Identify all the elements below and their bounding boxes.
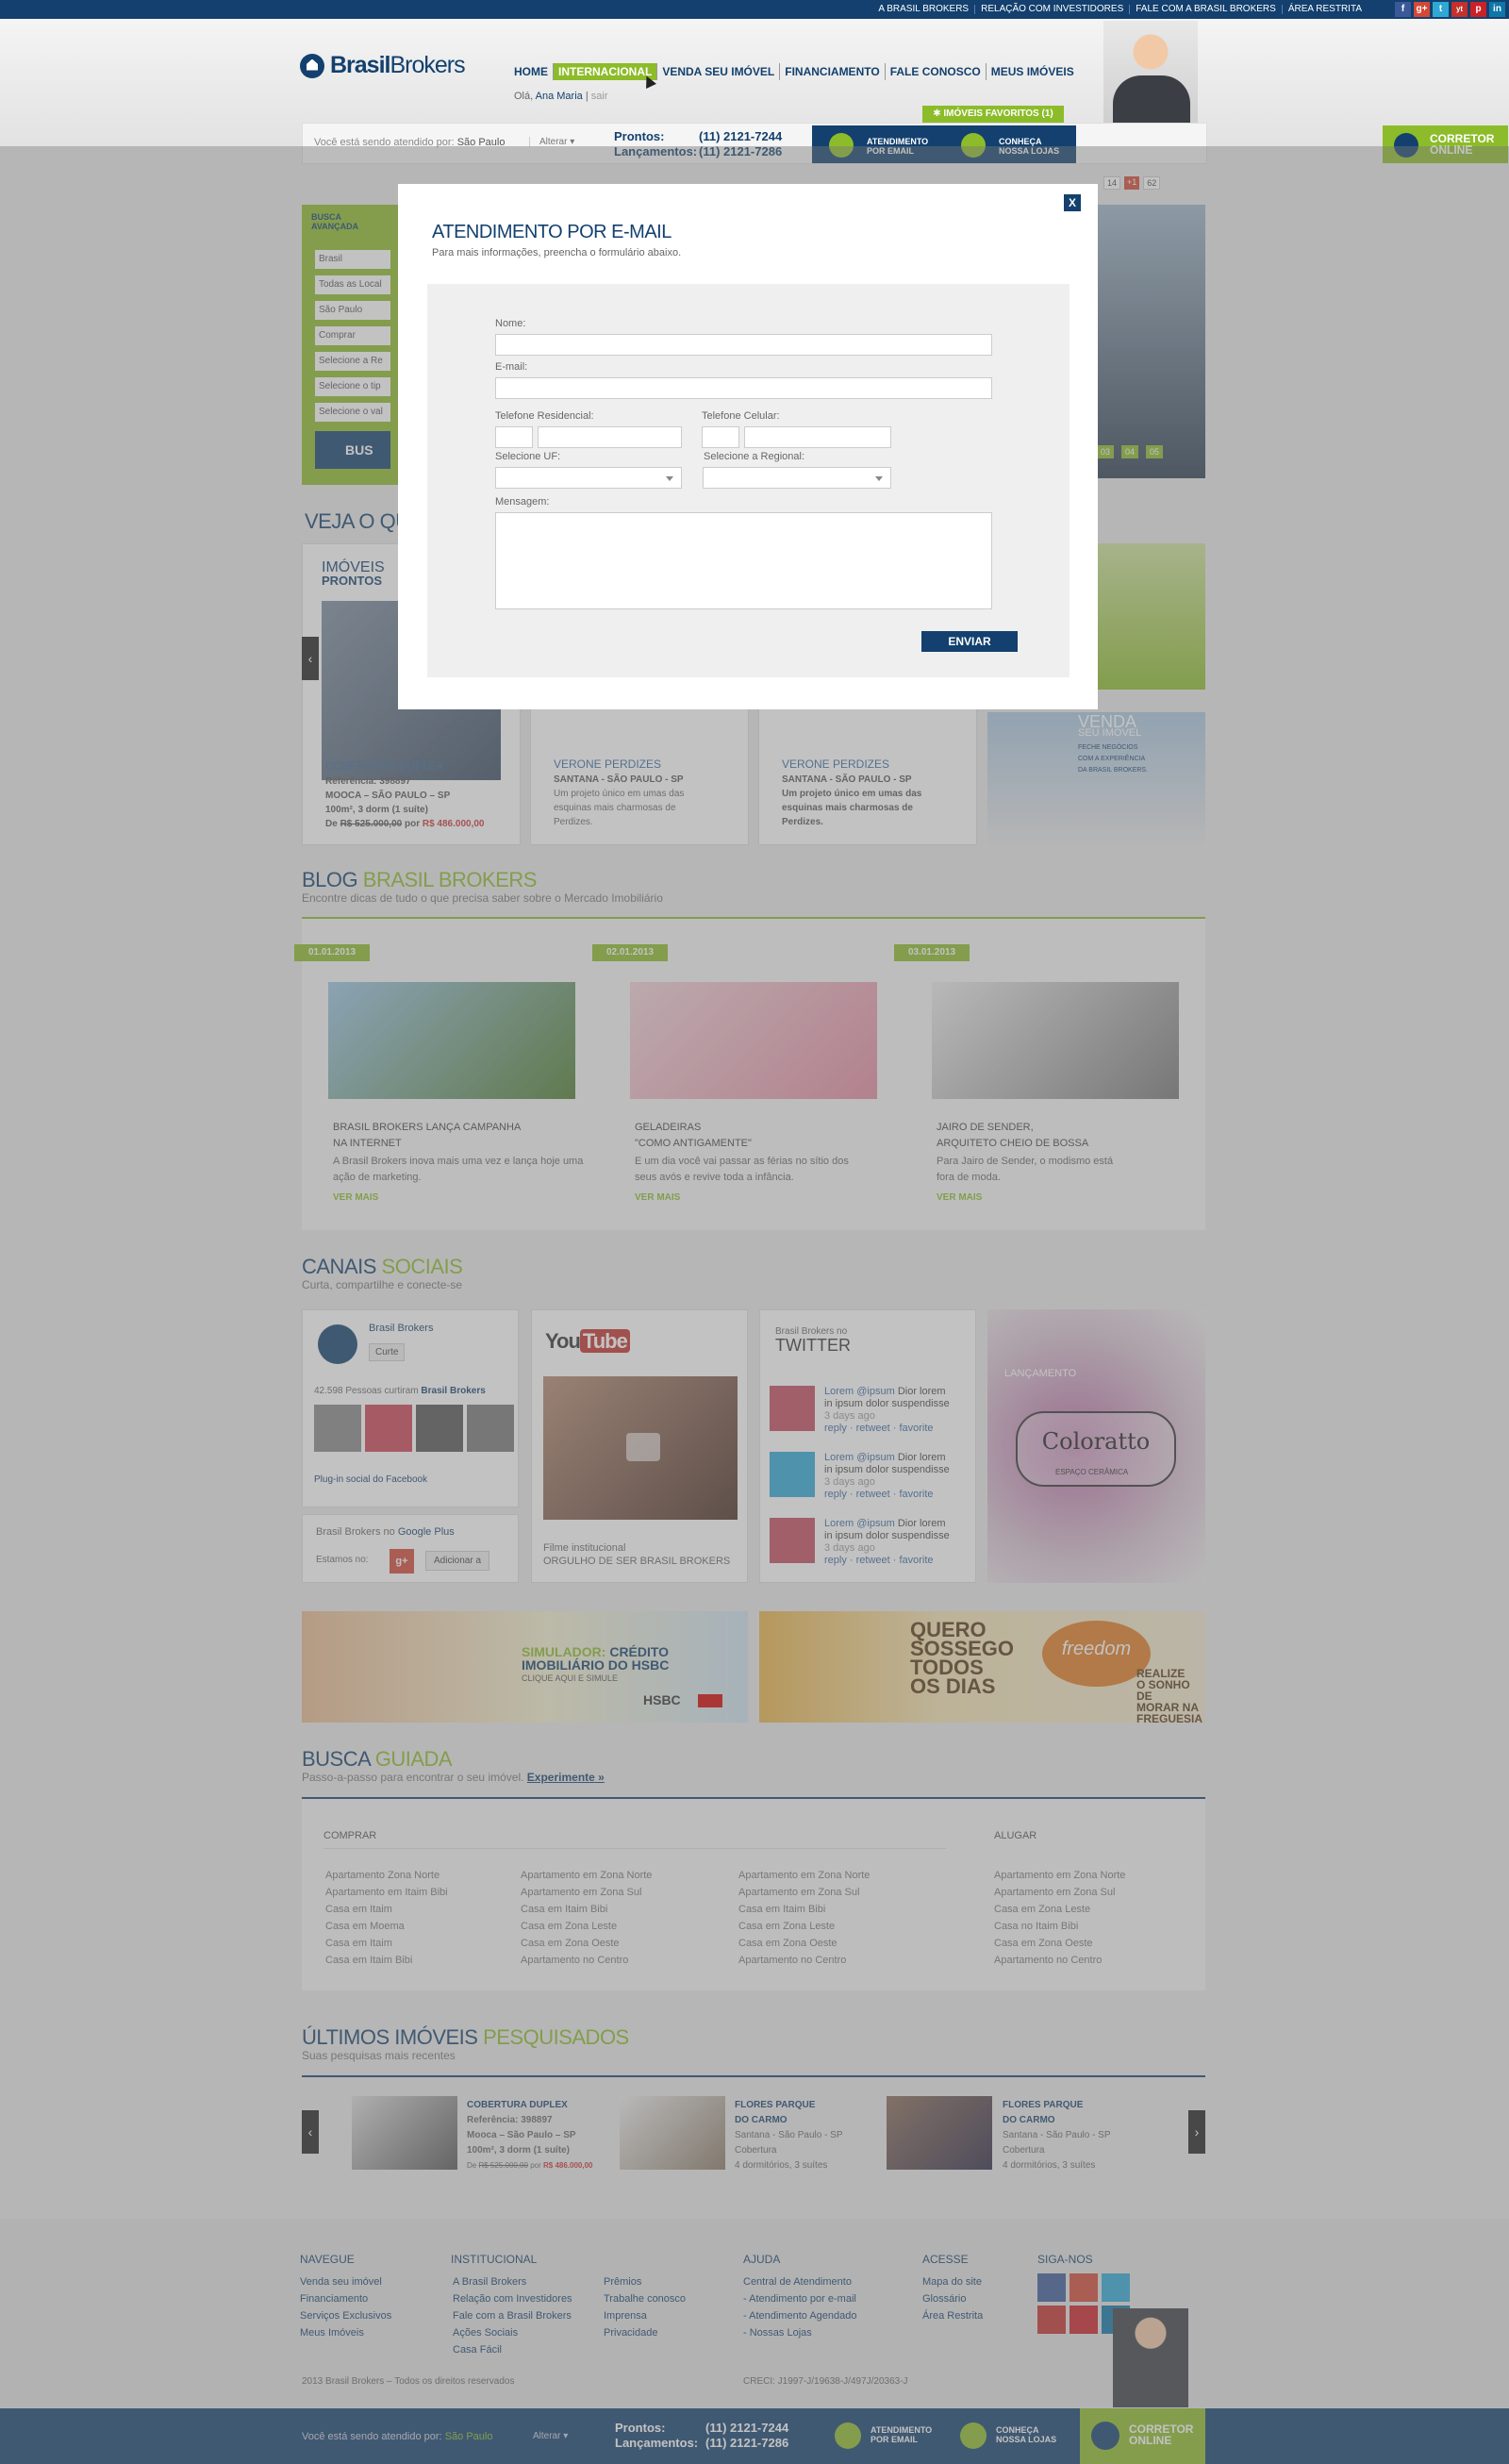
logout-link[interactable]: sair (591, 91, 608, 102)
email-label: E-mail: (495, 361, 528, 373)
top-link-restricted[interactable]: ÁREA RESTRITA (1283, 5, 1368, 14)
logo-text: BrasilBrokers (330, 52, 466, 79)
top-social-icons: f g+ t yt p in (1395, 2, 1505, 17)
stores-btn-line1: CONHEÇA (999, 137, 1042, 146)
top-link-brasil-brokers[interactable]: A BRASIL BROKERS (872, 5, 976, 14)
top-links: A BRASIL BROKERS RELAÇÃO COM INVESTIDORE… (872, 5, 1368, 14)
message-label: Mensagem: (495, 496, 550, 508)
top-link-investors[interactable]: RELAÇÃO COM INVESTIDORES (975, 5, 1131, 14)
regional-select[interactable] (703, 467, 891, 489)
email-input[interactable] (495, 377, 992, 399)
prontos-label: Prontos: (614, 129, 665, 143)
house-logo-icon (300, 53, 324, 78)
user-greeting: Olá, Ana Maria | sair (514, 91, 608, 102)
name-label: Nome: (495, 318, 526, 329)
google-plus-icon[interactable]: g+ (1414, 2, 1430, 17)
nav-financiamento[interactable]: FINANCIAMENTO (780, 63, 886, 80)
modal-title: ATENDIMENTO POR E-MAIL (432, 222, 672, 242)
agent-photo-body (1113, 75, 1190, 125)
logo[interactable]: BrasilBrokers (300, 52, 466, 79)
uf-label: Selecione UF: (495, 451, 561, 462)
user-name: Ana Maria (535, 91, 583, 102)
uf-select[interactable] (495, 467, 682, 489)
email-form: Nome: E-mail: Telefone Residencial: Tele… (427, 284, 1070, 677)
close-icon[interactable]: X (1064, 194, 1081, 211)
twitter-icon[interactable]: t (1433, 2, 1449, 17)
name-input[interactable] (495, 334, 992, 356)
cell-phone-ddd-input[interactable] (702, 426, 739, 448)
home-phone-input[interactable] (538, 426, 682, 448)
linkedin-icon[interactable]: in (1489, 2, 1505, 17)
logo-text-b: Brokers (390, 52, 465, 78)
logo-text-a: Brasil (330, 52, 390, 78)
nav-meus-imoveis[interactable]: MEUS IMÓVEIS (987, 63, 1079, 80)
pinterest-icon[interactable]: p (1470, 2, 1486, 17)
nav-home[interactable]: HOME (509, 63, 554, 80)
email-modal: X ATENDIMENTO POR E-MAIL Para mais infor… (398, 184, 1098, 709)
cell-phone-input[interactable] (744, 426, 891, 448)
main-nav: HOME INTERNACIONAL VENDA SEU IMÓVEL FINA… (509, 63, 1079, 80)
submit-button[interactable]: ENVIAR (921, 631, 1018, 652)
nav-fale-conosco[interactable]: FALE CONOSCO (886, 63, 987, 80)
modal-subtitle: Para mais informações, preencha o formul… (432, 247, 682, 258)
top-bar: A BRASIL BROKERS RELAÇÃO COM INVESTIDORE… (0, 0, 1509, 19)
youtube-icon[interactable]: yt (1451, 2, 1468, 17)
regional-label: Selecione a Regional: (704, 451, 805, 462)
prontos-phone: (11) 2121-7244 (699, 129, 783, 143)
email-btn-line1: ATENDIMENTO (867, 137, 929, 146)
home-phone-label: Telefone Residencial: (495, 410, 594, 422)
cell-phone-label: Telefone Celular: (702, 410, 780, 422)
facebook-icon[interactable]: f (1395, 2, 1411, 17)
nav-venda[interactable]: VENDA SEU IMÓVEL (657, 63, 781, 80)
greeting-text: Olá, (514, 91, 534, 102)
message-textarea[interactable] (495, 512, 992, 609)
favorites-tab[interactable]: ✱ IMÓVEIS FAVORITOS (1) (922, 106, 1064, 123)
home-phone-ddd-input[interactable] (495, 426, 533, 448)
top-link-contact[interactable]: FALE COM A BRASIL BROKERS (1130, 5, 1283, 14)
